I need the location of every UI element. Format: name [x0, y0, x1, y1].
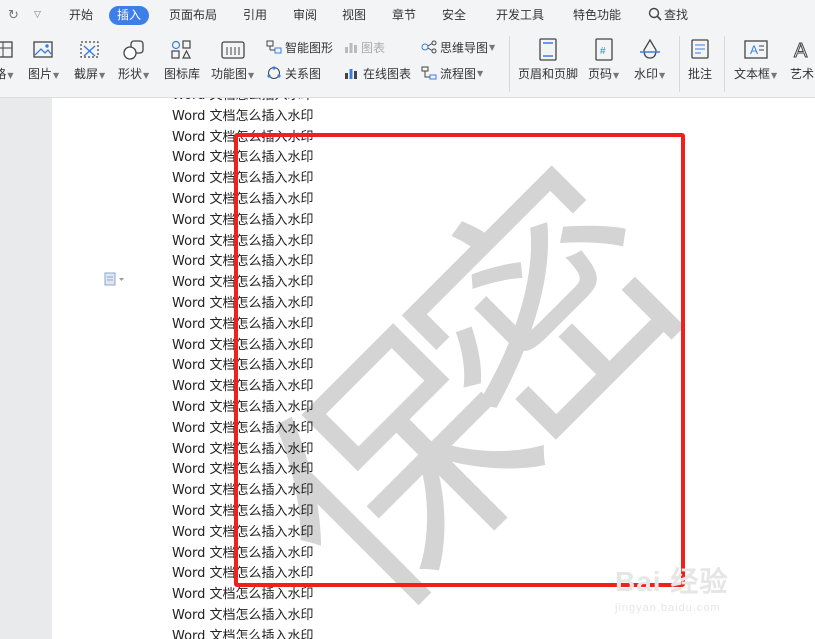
- document-margin: [0, 98, 52, 639]
- relation-chart-label: 关系图: [285, 66, 322, 81]
- paragraph-options-icon[interactable]: [104, 272, 126, 286]
- icon-library-icon: [170, 38, 194, 62]
- menu-tab-8[interactable]: 开发工具: [496, 6, 544, 25]
- header-footer-button[interactable]: 页眉和页脚: [518, 30, 578, 82]
- svg-text:A: A: [750, 43, 758, 57]
- menu-tab-9[interactable]: 特色功能: [573, 6, 621, 25]
- shapes-icon: [121, 38, 147, 62]
- menu-tab-6[interactable]: 章节: [392, 6, 416, 25]
- icons-label: 图标库: [164, 67, 201, 81]
- page-number-icon: #: [593, 38, 615, 62]
- icons-button[interactable]: 图标库: [164, 30, 200, 82]
- function-chart-label: 功能图: [211, 67, 248, 81]
- table-button[interactable]: 格▼: [0, 30, 14, 82]
- screenshot-icon: [78, 38, 102, 62]
- flowchart-button[interactable]: 流程图 ▼: [421, 64, 483, 82]
- bar-chart-icon: [344, 40, 358, 54]
- document-line: Word 文档怎么插入水印: [172, 108, 314, 124]
- header-footer-icon: [537, 38, 559, 62]
- art-text-label: 艺术: [790, 67, 815, 81]
- relation-chart-button[interactable]: 关系图: [266, 64, 321, 82]
- menu-tab-7[interactable]: 安全: [442, 6, 466, 25]
- svg-text:#: #: [600, 46, 606, 57]
- comment-button[interactable]: 批注: [688, 30, 712, 82]
- ribbon-separator: [509, 36, 510, 92]
- customize-dropdown-icon[interactable]: ▽: [34, 10, 41, 20]
- document-line: Word 文档怎么插入水印: [172, 98, 314, 104]
- mind-map-label: 思维导图: [440, 40, 489, 55]
- search-label: 查找: [664, 8, 689, 22]
- redo-icon[interactable]: ↻: [8, 8, 19, 23]
- menu-tab-0[interactable]: 开始: [69, 6, 93, 25]
- logo-url: jingyan.baidu.com: [615, 602, 721, 614]
- watermark-label: 水印: [634, 67, 659, 81]
- table-icon: [0, 38, 14, 62]
- comment-label: 批注: [688, 67, 713, 81]
- menu-bar: ↻ ▽ 开始 插入 页面布局 引用 审阅 视图 章节 安全 开发工具 特色功能 查找: [0, 0, 815, 30]
- page-number-button[interactable]: # 页码▼: [588, 30, 619, 82]
- document-line: Word 文档怎么插入水印: [172, 587, 314, 603]
- search-button[interactable]: 查找: [648, 6, 688, 24]
- smart-art-icon: [266, 40, 282, 54]
- menu-tab-1[interactable]: 插入: [109, 6, 150, 25]
- menu-tab-4[interactable]: 审阅: [293, 6, 317, 25]
- menu-tab-5[interactable]: 视图: [342, 6, 366, 25]
- table-label: 格: [0, 67, 7, 81]
- mind-map-icon: [421, 40, 437, 54]
- screenshot-button[interactable]: 截屏▼: [74, 30, 105, 82]
- header-footer-label: 页眉和页脚: [518, 67, 579, 81]
- ribbon-toolbar: 格▼ 图片▼ 截屏▼ 形状▼ 图标库 功能图▼ 智能图形 关系图 图表 在线图表…: [0, 30, 815, 98]
- picture-button[interactable]: 图片▼: [28, 30, 59, 82]
- page-number-label: 页码: [588, 67, 613, 81]
- picture-icon: [32, 38, 56, 62]
- art-text-button[interactable]: A 艺术: [790, 30, 814, 82]
- online-chart-button[interactable]: 在线图表: [344, 64, 411, 82]
- textbox-label: 文本框: [734, 67, 771, 81]
- screenshot-label: 截屏: [74, 67, 99, 81]
- online-chart-label: 在线图表: [363, 66, 412, 81]
- textbox-icon: A: [743, 38, 769, 62]
- flowchart-label: 流程图: [440, 66, 477, 81]
- document-line: Word 文档怎么插入水印: [172, 628, 314, 639]
- ribbon-separator: [679, 36, 680, 92]
- menu-tab-2[interactable]: 页面布局: [169, 6, 217, 25]
- chart-label: 图表: [361, 40, 386, 55]
- logo-text: Bai 经验: [615, 566, 729, 597]
- ribbon-separator: [724, 36, 725, 92]
- chart-button[interactable]: 图表: [344, 38, 385, 56]
- relation-chart-icon: [266, 66, 282, 80]
- function-chart-icon: [220, 38, 246, 62]
- picture-label: 图片: [28, 67, 53, 81]
- watermark-button[interactable]: 水印▼: [634, 30, 665, 82]
- watermark-icon: [638, 38, 662, 62]
- baidu-jingyan-logo: Bai 经验 jingyan.baidu.com: [615, 560, 728, 614]
- document-line: Word 文档怎么插入水印: [172, 608, 314, 623]
- menu-tab-3[interactable]: 引用: [243, 6, 267, 25]
- search-icon: [648, 7, 662, 24]
- function-chart-button[interactable]: 功能图▼: [211, 30, 254, 82]
- highlight-box: [234, 133, 685, 587]
- textbox-button[interactable]: A 文本框▼: [734, 30, 777, 82]
- smart-art-button[interactable]: 智能图形: [266, 38, 333, 56]
- smart-art-label: 智能图形: [285, 40, 334, 55]
- shapes-button[interactable]: 形状▼: [118, 30, 149, 82]
- flowchart-icon: [421, 66, 437, 80]
- comment-icon: [688, 38, 712, 62]
- mind-map-button[interactable]: 思维导图 ▼: [421, 38, 495, 56]
- shapes-label: 形状: [118, 67, 143, 81]
- svg-text:A: A: [794, 40, 808, 61]
- online-chart-icon: [344, 66, 360, 80]
- art-text-icon: A: [791, 38, 813, 62]
